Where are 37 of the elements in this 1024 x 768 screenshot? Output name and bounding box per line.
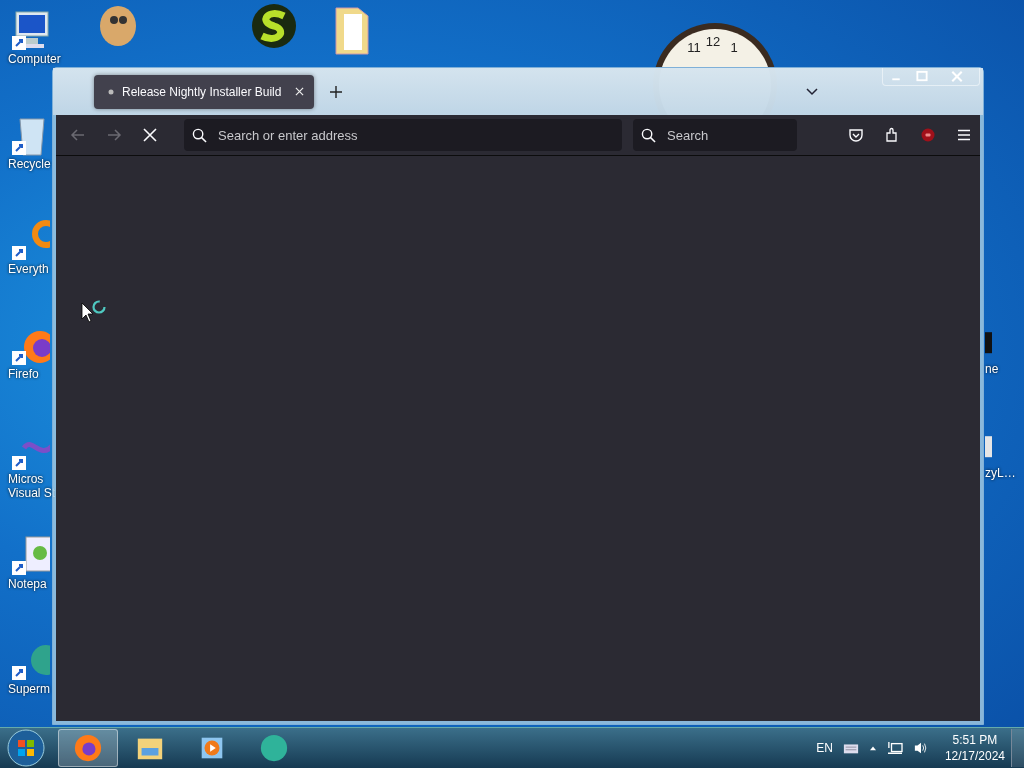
search-icon: [192, 127, 207, 143]
sphere-icon: [259, 733, 289, 763]
clock-time[interactable]: 5:51 PM: [952, 732, 998, 748]
firefox-icon: [73, 733, 103, 763]
stop-loading-icon[interactable]: [142, 127, 158, 143]
volume-icon[interactable]: [912, 741, 929, 755]
desktop-icon-label: Computer: [8, 52, 61, 66]
tab-title: Release Nightly Installer Build: [122, 84, 282, 99]
desktop-icon-label: zyL…: [985, 466, 1016, 480]
keyboard-icon[interactable]: [842, 741, 859, 755]
desktop-icon-label: Micros Visual St: [8, 472, 56, 500]
browser-tab[interactable]: Release Nightly Installer Build: [94, 74, 315, 109]
new-tab-icon[interactable]: [330, 85, 343, 98]
ring-icon[interactable]: [10, 218, 50, 262]
chevron-down-icon[interactable]: [806, 87, 818, 96]
menu-icon[interactable]: [956, 127, 972, 143]
language-indicator[interactable]: EN: [816, 741, 833, 755]
desktop-icon-label: Firefo: [8, 367, 39, 381]
notepad-icon[interactable]: [10, 533, 50, 577]
desktop-icon-label: Superm: [8, 682, 51, 696]
clock-date[interactable]: 12/17/2024: [944, 748, 1005, 764]
network-icon[interactable]: [886, 741, 903, 755]
firefox-taskbar-button[interactable]: [58, 729, 118, 767]
desktop-icon-label: ne: [985, 362, 999, 376]
address-input[interactable]: Search or enter address: [216, 126, 614, 144]
desktop-icon-label: Recycle: [8, 157, 51, 171]
search-field[interactable]: Search: [633, 119, 797, 151]
search-icon: [641, 127, 656, 143]
computer-icon[interactable]: [10, 8, 50, 52]
loading-dot-icon: [108, 88, 114, 95]
start-button-icon[interactable]: [6, 728, 46, 768]
desktop-icon-label: Everyth: [8, 262, 49, 276]
show-hidden-icons-icon[interactable]: [868, 745, 877, 751]
address-field[interactable]: Search or enter address: [184, 119, 622, 151]
desktop-icon-label: Notepa: [8, 577, 47, 591]
close-tab-icon[interactable]: [295, 87, 305, 96]
pocket-icon[interactable]: [848, 127, 864, 143]
